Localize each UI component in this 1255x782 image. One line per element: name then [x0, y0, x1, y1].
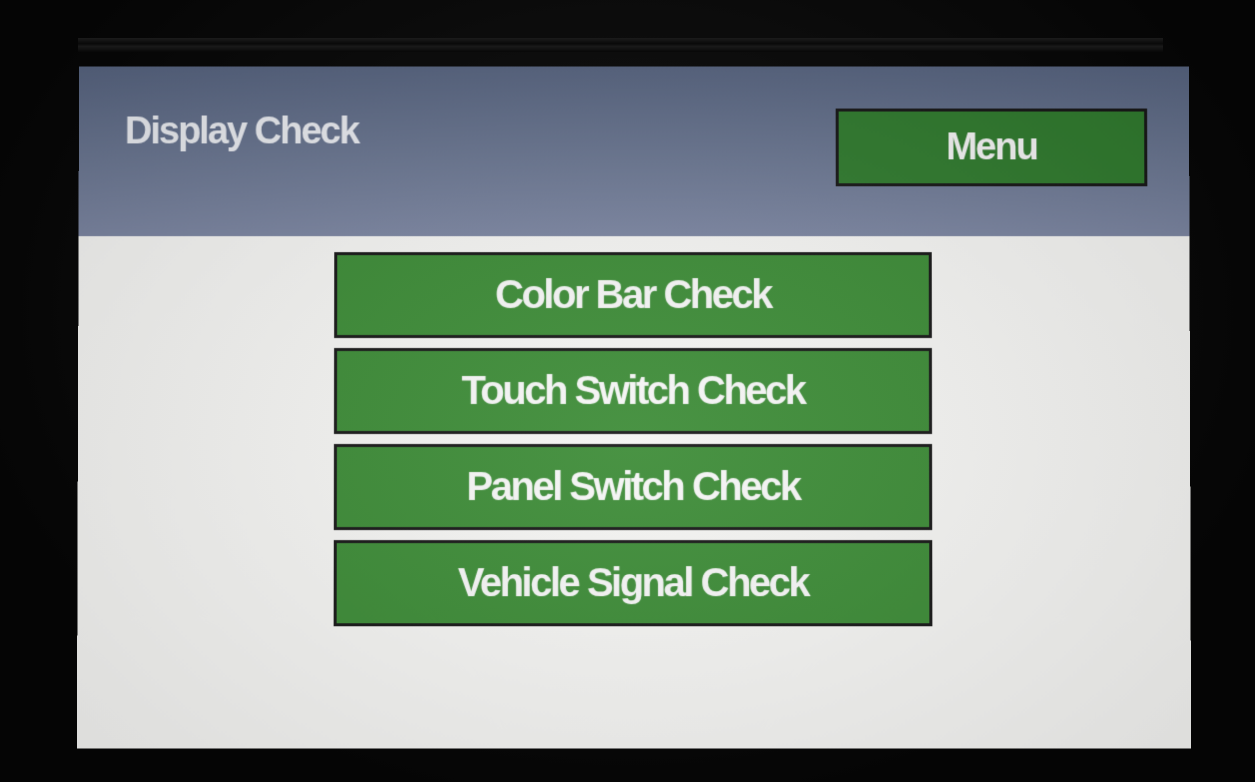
bezel-top-edge: [78, 38, 1163, 52]
check-list: Color Bar Check Touch Switch Check Panel…: [77, 236, 1191, 748]
color-bar-check-button[interactable]: Color Bar Check: [334, 252, 932, 339]
device-bezel: Display Check Menu Color Bar Check Touch…: [0, 0, 1255, 782]
vehicle-signal-check-button[interactable]: Vehicle Signal Check: [333, 540, 933, 627]
menu-button[interactable]: Menu: [835, 108, 1148, 187]
display-screen: Display Check Menu Color Bar Check Touch…: [76, 66, 1192, 749]
touch-switch-check-button[interactable]: Touch Switch Check: [333, 348, 933, 435]
header-bar: Display Check Menu: [78, 66, 1190, 237]
panel-switch-check-button[interactable]: Panel Switch Check: [333, 444, 933, 531]
page-title: Display Check: [124, 110, 359, 153]
